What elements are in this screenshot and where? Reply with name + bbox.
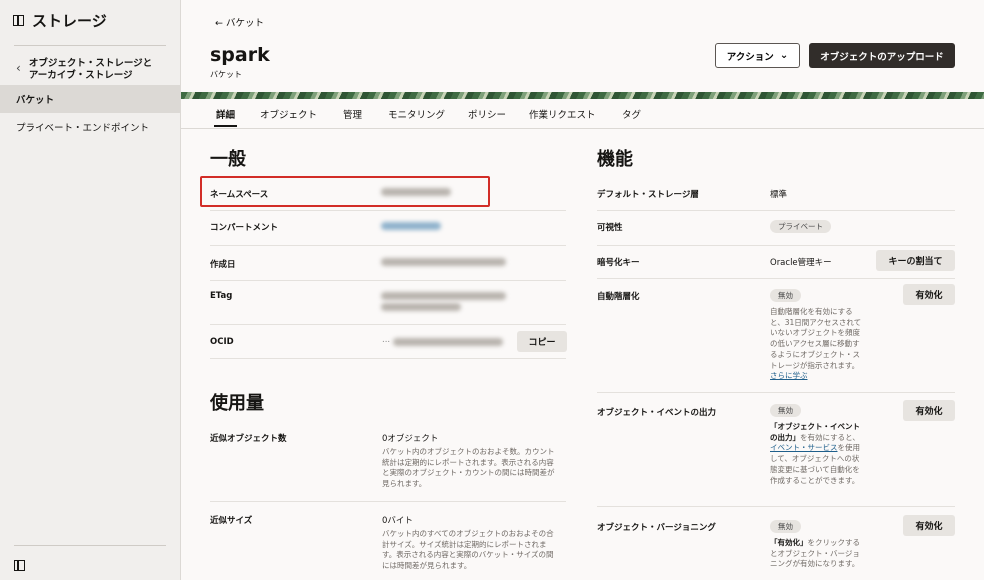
enable-object-versioning-button[interactable]: 有効化 (903, 515, 955, 536)
usage-heading: 使用量 (210, 393, 264, 414)
tab-tags[interactable]: タグ (622, 107, 641, 121)
etag-value-line1 (381, 292, 506, 300)
storage-tier-label: デフォルト・ストレージ層 (597, 190, 699, 200)
visibility-badge: プライベート (770, 220, 831, 233)
row-divider (597, 210, 955, 211)
object-versioning-label: オブジェクト・バージョニング (597, 523, 716, 533)
auto-tiering-help: 自動階層化を有効にすると、31日間アクセスされていないオブジェクトを頻度の低いア… (770, 307, 862, 381)
tab-monitoring[interactable]: モニタリング (388, 107, 445, 121)
row-divider (597, 245, 955, 246)
tab-policies[interactable]: ポリシー (468, 107, 506, 121)
sidebar-item-private-endpoints[interactable]: プライベート・エンドポイント (0, 113, 181, 141)
sidebar-item-label: バケット (16, 95, 55, 106)
sidebar-divider (14, 45, 166, 46)
tab-management[interactable]: 管理 (343, 107, 362, 121)
size-help: バケット内のすべてのオブジェクトのおおよその合計サイズ。サイズ統計は定期的にレポ… (382, 529, 554, 571)
created-label: 作成日 (210, 260, 236, 270)
chevron-left-icon: ‹ (16, 61, 21, 75)
size-value: 0バイト (382, 516, 413, 526)
compartment-link[interactable] (381, 222, 441, 230)
object-versioning-help: 「有効化」をクリックするとオブジェクト・バージョニングが有効になります。 (770, 538, 860, 569)
copy-ocid-button[interactable]: コピー (517, 331, 567, 352)
tab-work-requests[interactable]: 作業リクエスト (529, 107, 596, 121)
sidebar-title: ストレージ (32, 11, 107, 30)
storage-icon (13, 14, 24, 26)
tab-objects[interactable]: オブジェクト (260, 107, 317, 121)
auto-tiering-status: 無効 (770, 289, 801, 302)
visibility-label: 可視性 (597, 223, 623, 233)
breadcrumb-buckets[interactable]: ← バケット (215, 15, 264, 29)
features-heading: 機能 (597, 149, 633, 170)
object-count-help: バケット内のオブジェクトのおおよそ数。カウント統計は定期的にレポートされます。表… (382, 447, 555, 489)
actions-button[interactable]: アクション ⌄ (715, 43, 800, 68)
object-count-value: 0オブジェクト (382, 434, 439, 444)
collapse-sidebar-icon[interactable] (14, 560, 25, 571)
sidebar-back-label: オブジェクト・ストレージとアーカイブ・ストレージ (28, 58, 153, 81)
assign-key-button[interactable]: キーの割当て (876, 250, 955, 271)
chevron-down-icon: ⌄ (779, 50, 789, 61)
object-events-help: 「オブジェクト・イベントの出力」を有効にすると、イベント・サービスを使用して、オ… (770, 422, 860, 485)
page-subtitle: バケット (210, 70, 242, 79)
sidebar-item-label: プライベート・エンドポイント (16, 123, 150, 134)
row-divider (210, 245, 566, 246)
main-content: ← バケット spark バケット アクション ⌄ オブジェクトのアップロード … (181, 0, 984, 580)
sidebar-back-link[interactable]: ‹ オブジェクト・ストレージとアーカイブ・ストレージ (16, 58, 154, 82)
object-versioning-status: 無効 (770, 520, 801, 533)
row-divider (210, 210, 566, 211)
sidebar-divider (14, 545, 166, 546)
enable-object-events-button[interactable]: 有効化 (903, 400, 955, 421)
encryption-label: 暗号化キー (597, 258, 640, 268)
sidebar: ストレージ ‹ オブジェクト・ストレージとアーカイブ・ストレージ バケット プラ… (0, 0, 181, 580)
row-divider (597, 506, 955, 507)
tab-details[interactable]: 詳細 (213, 107, 238, 127)
enable-auto-tiering-button[interactable]: 有効化 (903, 284, 955, 305)
encryption-value: Oracle管理キー (770, 258, 832, 268)
size-label: 近似サイズ (210, 516, 253, 526)
learn-more-link[interactable]: さらに学ぶ (770, 371, 808, 380)
breadcrumb[interactable]: ← バケット (215, 15, 264, 29)
compartment-label: コンパートメント (210, 223, 279, 233)
general-heading: 一般 (210, 149, 246, 170)
header-banner (181, 92, 984, 99)
row-divider (210, 501, 566, 502)
object-count-label: 近似オブジェクト数 (210, 434, 287, 444)
created-value (381, 258, 506, 266)
ocid-ellipsis: ... (382, 335, 391, 345)
namespace-highlight (200, 176, 490, 207)
object-events-status: 無効 (770, 404, 801, 417)
etag-label: ETag (210, 291, 233, 301)
row-divider (210, 280, 566, 281)
auto-tiering-label: 自動階層化 (597, 292, 640, 302)
row-divider (597, 392, 955, 393)
object-events-label: オブジェクト・イベントの出力 (597, 408, 717, 418)
tab-bar: 詳細 オブジェクト 管理 モニタリング ポリシー 作業リクエスト タグ (181, 99, 984, 129)
ocid-value (393, 338, 503, 346)
row-divider (210, 358, 566, 359)
ocid-label: OCID (210, 337, 234, 347)
storage-tier-value: 標準 (770, 190, 788, 200)
events-service-link[interactable]: イベント・サービス (770, 443, 838, 452)
row-divider (210, 324, 566, 325)
page-title: spark (210, 44, 270, 66)
etag-value-line2 (381, 303, 461, 311)
sidebar-item-buckets[interactable]: バケット (0, 85, 181, 113)
row-divider (597, 278, 955, 279)
actions-button-label: アクション (726, 51, 774, 63)
upload-objects-button[interactable]: オブジェクトのアップロード (809, 43, 955, 68)
sidebar-header: ストレージ (0, 0, 180, 40)
